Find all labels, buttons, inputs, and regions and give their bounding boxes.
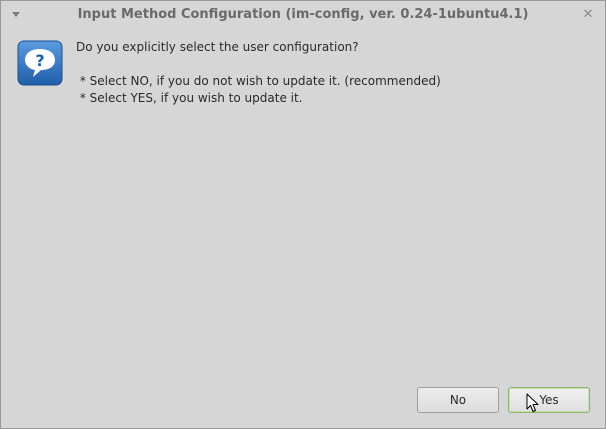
close-icon[interactable]: ✕ <box>581 7 595 23</box>
mouse-pointer-icon <box>526 393 539 412</box>
svg-text:?: ? <box>35 51 44 70</box>
yes-button[interactable]: Yes <box>508 387 590 413</box>
no-button[interactable]: No <box>417 387 499 413</box>
title-bar[interactable]: Input Method Configuration (im-config, v… <box>1 1 605 31</box>
dialog-message: Do you explicitly select the user config… <box>76 39 441 107</box>
dialog-window: Input Method Configuration (im-config, v… <box>0 0 606 429</box>
option-no-text: * Select NO, if you do not wish to updat… <box>76 74 441 88</box>
window-menu-icon[interactable] <box>12 12 20 17</box>
question-icon: ? <box>17 40 63 86</box>
option-yes-text: * Select YES, if you wish to update it. <box>76 91 303 105</box>
question-text: Do you explicitly select the user config… <box>76 40 359 54</box>
window-title: Input Method Configuration (im-config, v… <box>77 7 529 22</box>
